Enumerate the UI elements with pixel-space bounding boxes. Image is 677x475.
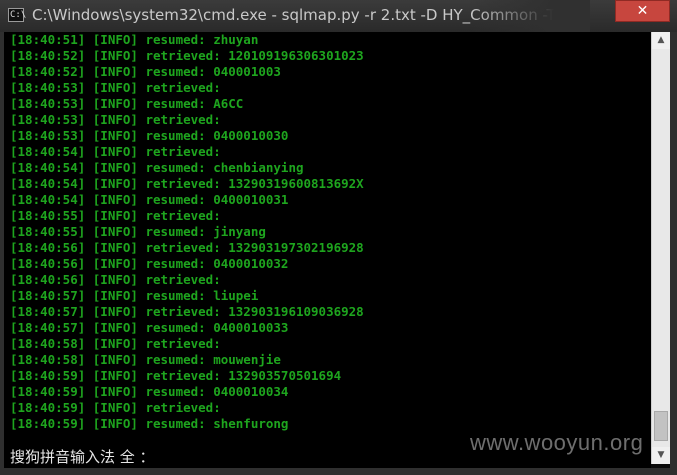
- console-line: [18:40:58] [INFO] resumed: mouwenjie: [10, 352, 281, 367]
- ime-status-text: 搜狗拼音输入法 全 ：: [10, 448, 155, 466]
- console-line: [18:40:53] [INFO] resumed: 0400010030: [10, 128, 289, 143]
- cmd-window: C:\ C:\Windows\system32\cmd.exe - sqlmap…: [0, 0, 677, 475]
- scroll-thumb[interactable]: [654, 411, 668, 441]
- window-border-bottom: [0, 468, 677, 475]
- title-bar[interactable]: C:\ C:\Windows\system32\cmd.exe - sqlmap…: [0, 0, 677, 33]
- console-line: [18:40:52] [INFO] retrieved: 12010919630…: [10, 48, 364, 63]
- console-line: [18:40:53] [INFO] resumed: A6CC: [10, 96, 244, 111]
- scroll-up-arrow-icon[interactable]: ▲: [652, 32, 670, 49]
- title-fade: [470, 0, 590, 32]
- console-line: [18:40:56] [INFO] resumed: 0400010032: [10, 256, 289, 271]
- scroll-down-arrow-icon[interactable]: ▼: [652, 447, 670, 464]
- console-output[interactable]: [18:40:51] [INFO] resumed: zhuyan [18:40:…: [4, 32, 651, 440]
- console-line: [18:40:53] [INFO] retrieved:: [10, 112, 221, 127]
- console-line: [18:40:51] [INFO] resumed: zhuyan: [10, 32, 259, 47]
- console-line: [18:40:54] [INFO] retrieved:: [10, 144, 221, 159]
- console-line: [18:40:52] [INFO] resumed: 040001003: [10, 64, 281, 79]
- console-line: [18:40:56] [INFO] retrieved:: [10, 272, 221, 287]
- watermark-text: www.wooyun.org: [470, 430, 644, 455]
- console-line: [18:40:59] [INFO] retrieved: 13290357050…: [10, 368, 342, 383]
- cmd-app-icon[interactable]: C:\: [8, 8, 27, 22]
- console-line: [18:40:54] [INFO] retrieved: 13290319600…: [10, 176, 364, 191]
- cmd-icon-glyph: C:\: [10, 10, 27, 20]
- console-line: [18:40:59] [INFO] retrieved:: [10, 400, 221, 415]
- console-line: [18:40:57] [INFO] resumed: 0400010033: [10, 320, 289, 335]
- console-line: [18:40:54] [INFO] resumed: chenbianying: [10, 160, 304, 175]
- console-line: [18:40:57] [INFO] resumed: liupei: [10, 288, 259, 303]
- console-line: [18:40:58] [INFO] retrieved:: [10, 336, 221, 351]
- console-line: [18:40:55] [INFO] resumed: jinyang: [10, 224, 266, 239]
- console-line: [18:40:57] [INFO] retrieved: 13290319610…: [10, 304, 364, 319]
- console-line: [18:40:59] [INFO] resumed: 0400010034: [10, 384, 289, 399]
- console-line: [18:40:56] [INFO] retrieved: 13290319730…: [10, 240, 364, 255]
- close-button[interactable]: ✕: [615, 0, 670, 22]
- console-line: [18:40:53] [INFO] retrieved:: [10, 80, 221, 95]
- vertical-scrollbar[interactable]: ▲ ▼: [651, 32, 670, 464]
- window-border-right: [670, 32, 677, 475]
- console-line: [18:40:54] [INFO] resumed: 0400010031: [10, 192, 289, 207]
- console-line: [18:40:55] [INFO] retrieved:: [10, 208, 221, 223]
